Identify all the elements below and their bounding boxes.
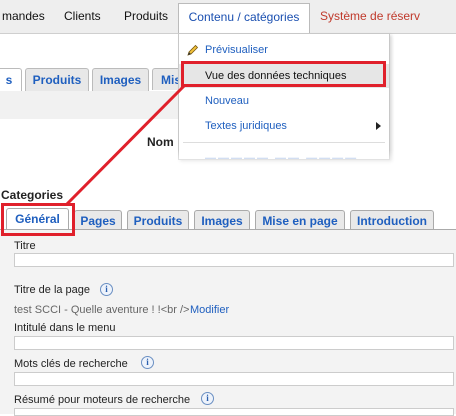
modify-link[interactable]: Modifier (190, 304, 229, 316)
categories-heading: Categories (1, 188, 64, 202)
keywords-label: Mots clés de recherche (14, 358, 128, 370)
keywords-input[interactable] (14, 372, 454, 386)
menu-item-label: Textes juridiques (205, 120, 287, 132)
highlight-box-menu-item (181, 61, 386, 87)
menu-item-nouveau[interactable]: Nouveau (179, 89, 389, 113)
titre-input[interactable] (14, 253, 454, 267)
tab-images[interactable]: Images (194, 210, 250, 230)
tab-introduction[interactable]: Introduction (350, 210, 434, 230)
top-tab-produits[interactable]: Produits (25, 68, 89, 91)
menu-systeme-reservation[interactable]: Système de réserv (320, 0, 420, 33)
menu-title-label: Intitulé dans le menu (14, 322, 116, 334)
search-summary-label: Résumé pour moteurs de recherche (14, 394, 191, 406)
menu-commandes[interactable]: mandes (2, 0, 45, 33)
menu-title-input[interactable] (14, 336, 454, 350)
screenshot-fade (0, 150, 408, 170)
info-icon[interactable]: i (201, 392, 214, 405)
menu-item-textes-juridiques[interactable]: Textes juridiques (179, 114, 389, 138)
menu-item-label: Nouveau (205, 95, 250, 107)
menu-divider (183, 142, 385, 143)
menu-item-previsualiser[interactable]: Prévisualiser (179, 38, 389, 62)
top-panel-header (0, 91, 184, 119)
menu-clients[interactable]: Clients (64, 0, 101, 33)
contenu-dropdown-menu: Prévisualiser Vue des données techniques… (178, 33, 390, 160)
pencil-icon (187, 44, 199, 56)
general-form-panel: Titre Titre de la page i Intitulé dans l… (0, 230, 456, 416)
top-navigation-menu: mandes Clients Produits Contenu / catégo… (0, 0, 456, 34)
tab-mise-en-page[interactable]: Mise en page (255, 210, 345, 230)
column-header-nom: Nom (147, 135, 174, 149)
titre-label: Titre (14, 240, 36, 252)
info-icon[interactable]: i (141, 356, 154, 369)
page-title-label: Titre de la page (14, 284, 91, 296)
top-tab-images[interactable]: Images (92, 68, 149, 91)
search-summary-input[interactable] (14, 408, 454, 416)
info-icon[interactable]: i (100, 283, 113, 296)
menu-contenu-categories[interactable]: Contenu / catégories (178, 3, 310, 34)
submenu-arrow-icon (376, 122, 381, 130)
tab-pages[interactable]: Pages (74, 210, 122, 230)
page-title-value: test SCCI - Quelle aventure ! !<br /> (14, 304, 190, 316)
top-tab-general-partial[interactable]: s (0, 68, 22, 93)
top-tab-bar: s Produits Images Mis (0, 68, 186, 93)
highlight-box-general-tab (1, 203, 75, 236)
menu-item-label: Prévisualiser (205, 44, 268, 56)
menu-produits[interactable]: Produits (124, 0, 168, 33)
tab-produits[interactable]: Produits (127, 210, 189, 230)
